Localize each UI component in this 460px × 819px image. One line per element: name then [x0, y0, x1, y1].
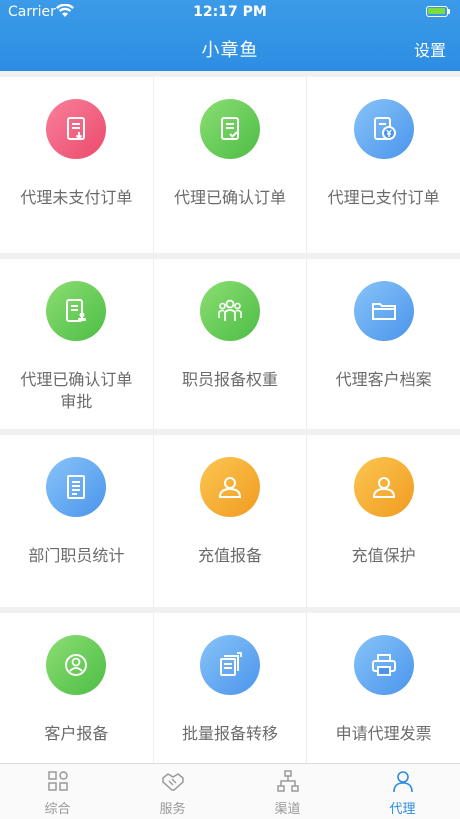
- document-lines-icon: [46, 457, 107, 517]
- grid-item-agent-confirmed-order-approval[interactable]: 代理已确认订单审批: [0, 259, 154, 429]
- grid-item-label: 批量报备转移: [182, 724, 279, 743]
- tab-label: 代理: [389, 802, 416, 817]
- grid-item-label: 充值报备: [198, 546, 263, 565]
- grid-item-batch-report-transfer[interactable]: 批量报备转移: [153, 613, 308, 763]
- grid-item-agent-customer-files[interactable]: 代理客户档案: [307, 259, 460, 429]
- team-icon: [200, 281, 260, 341]
- grid-item-agent-paid-orders[interactable]: 代理已支付订单: [307, 77, 460, 253]
- grid-item-label: 客户报备: [44, 724, 109, 743]
- settings-button[interactable]: 设置: [414, 37, 446, 61]
- grid-item-department-staff-stats[interactable]: 部门职员统计: [0, 435, 154, 607]
- grid-item-label: 代理已确认订单审批: [20, 370, 133, 411]
- grid-item-staff-report-weight[interactable]: 职员报备权重: [153, 259, 308, 429]
- tab-service[interactable]: 服务: [115, 764, 230, 819]
- battery-tip: [448, 9, 450, 14]
- tab-general[interactable]: 综合: [0, 764, 115, 819]
- grid-item-agent-unpaid-orders[interactable]: 代理未支付订单: [0, 77, 154, 253]
- document-stamp-icon: [46, 281, 107, 341]
- folder-icon: [353, 281, 414, 341]
- grid-item-customer-report[interactable]: 客户报备: [0, 613, 154, 763]
- tab-channel[interactable]: 渠道: [230, 764, 345, 819]
- grid-shapes-icon: [47, 771, 68, 791]
- grid-row-1: 代理未支付订单 代理已确认订单 代理已支付订单: [0, 77, 460, 253]
- tab-label: 服务: [159, 802, 186, 817]
- grid-item-apply-agent-invoice[interactable]: 申请代理发票: [307, 613, 460, 763]
- function-grid: 代理未支付订单 代理已确认订单 代理已支付订单 代理已确认订单审批 职员报备权重…: [0, 71, 460, 763]
- tab-label: 渠道: [274, 802, 301, 817]
- grid-item-recharge-protection[interactable]: 充值保护: [307, 435, 460, 607]
- grid-item-label: 申请代理发票: [335, 724, 432, 743]
- battery-icon: [426, 6, 448, 17]
- network-icon: [276, 770, 299, 792]
- tab-label: 综合: [44, 802, 71, 817]
- app-header: Carrier 12:17 PM 小章鱼 设置: [0, 0, 460, 71]
- tab-bar: 综合 服务 渠道 代理: [0, 763, 460, 819]
- status-time: 12:17 PM: [193, 4, 267, 20]
- status-bar: Carrier 12:17 PM: [0, 0, 460, 24]
- grid-item-label: 职员报备权重: [182, 370, 279, 389]
- tab-agent[interactable]: 代理: [345, 764, 460, 819]
- grid-row-2: 代理已确认订单审批 职员报备权重 代理客户档案: [0, 259, 460, 429]
- person-icon: [46, 635, 107, 695]
- handshake-icon: [161, 773, 184, 791]
- document-check-icon: [200, 99, 260, 159]
- user-icon: [200, 457, 260, 517]
- grid-item-label: 充值保护: [351, 546, 416, 565]
- agent-user-icon: [392, 771, 413, 793]
- grid-item-agent-confirmed-orders[interactable]: 代理已确认订单: [153, 77, 308, 253]
- grid-item-recharge-report[interactable]: 充值报备: [153, 435, 308, 607]
- grid-item-label: 代理客户档案: [335, 370, 432, 389]
- page-title: 小章鱼: [201, 40, 259, 61]
- grid-item-label: 部门职员统计: [28, 546, 125, 565]
- grid-item-label: 代理已确认订单: [174, 188, 287, 207]
- grid-row-4: 客户报备 批量报备转移 申请代理发票: [0, 613, 460, 763]
- printer-icon: [353, 635, 414, 695]
- document-download-icon: [46, 99, 107, 159]
- document-yen-icon: [353, 99, 414, 159]
- batch-transfer-icon: [200, 635, 260, 695]
- grid-item-label: 代理已支付订单: [327, 188, 440, 207]
- user-icon: [353, 457, 414, 517]
- grid-row-3: 部门职员统计 充值报备 充值保护: [0, 435, 460, 607]
- grid-item-label: 代理未支付订单: [20, 188, 133, 207]
